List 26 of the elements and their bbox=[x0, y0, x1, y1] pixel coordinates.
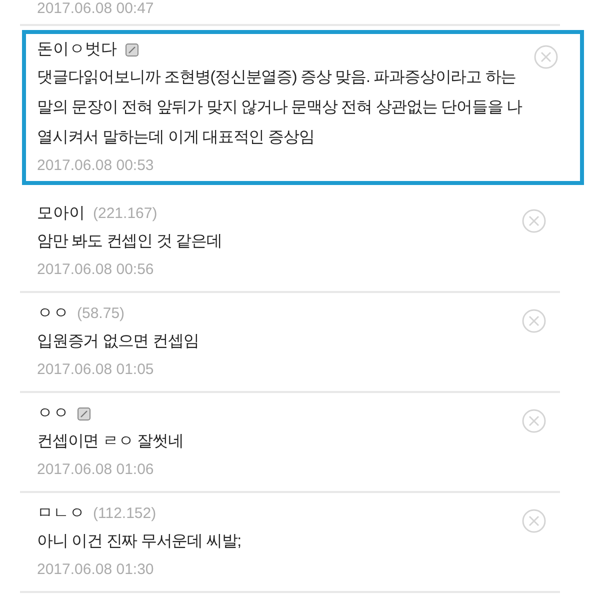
comment-date: 2017.06.08 01:30 bbox=[37, 560, 155, 580]
close-icon[interactable] bbox=[534, 45, 558, 69]
author-ip: (221.167) bbox=[93, 204, 158, 224]
comment-text: 컨셉이면 ㄹㅇ 잘썻네 bbox=[37, 432, 184, 452]
author-ip: (58.75) bbox=[77, 304, 125, 324]
comment-date: 2017.06.08 00:47 bbox=[37, 0, 155, 18]
close-icon[interactable] bbox=[522, 209, 546, 233]
comment-author: ㅇㅇ bbox=[37, 304, 69, 324]
comment-text: 댓글다읽어보니까 조현병(정신분열증) 증상 맞음. 파과증상이라고 하는 말의 문장이 전혀 앞뒤가 맞지 않거나 문맥상 전혀 상관없는 단어들을 나열시켜서 말하는데 이게 대표적인 증상임 bbox=[37, 68, 524, 148]
author-ip: (112.152) bbox=[93, 504, 156, 524]
comment-author: ㅁㄴㅇ bbox=[37, 504, 85, 524]
close-icon[interactable] bbox=[522, 409, 546, 433]
comment-author: 모아이 bbox=[37, 204, 85, 224]
member-badge-icon bbox=[125, 43, 139, 57]
close-icon[interactable] bbox=[522, 309, 546, 333]
comment-date: 2017.06.08 00:56 bbox=[37, 260, 155, 280]
comment-date: 2017.06.08 00:53 bbox=[37, 156, 155, 176]
close-icon[interactable] bbox=[522, 509, 546, 533]
comment-date: 2017.06.08 01:06 bbox=[37, 460, 155, 480]
member-badge-icon bbox=[77, 407, 91, 421]
comment-text: 암만 봐도 컨셉인 것 같은데 bbox=[37, 232, 223, 252]
comment-author: ㅇㅇ bbox=[37, 404, 69, 424]
comment-date: 2017.06.08 01:05 bbox=[37, 360, 155, 380]
comment-text: 아니 이건 진짜 무서운데 씨발; bbox=[37, 532, 242, 552]
comment-text: 입원증거 없으면 컨셉임 bbox=[37, 332, 200, 352]
comment-author: 돈이ㅇ벗다 bbox=[37, 40, 117, 60]
